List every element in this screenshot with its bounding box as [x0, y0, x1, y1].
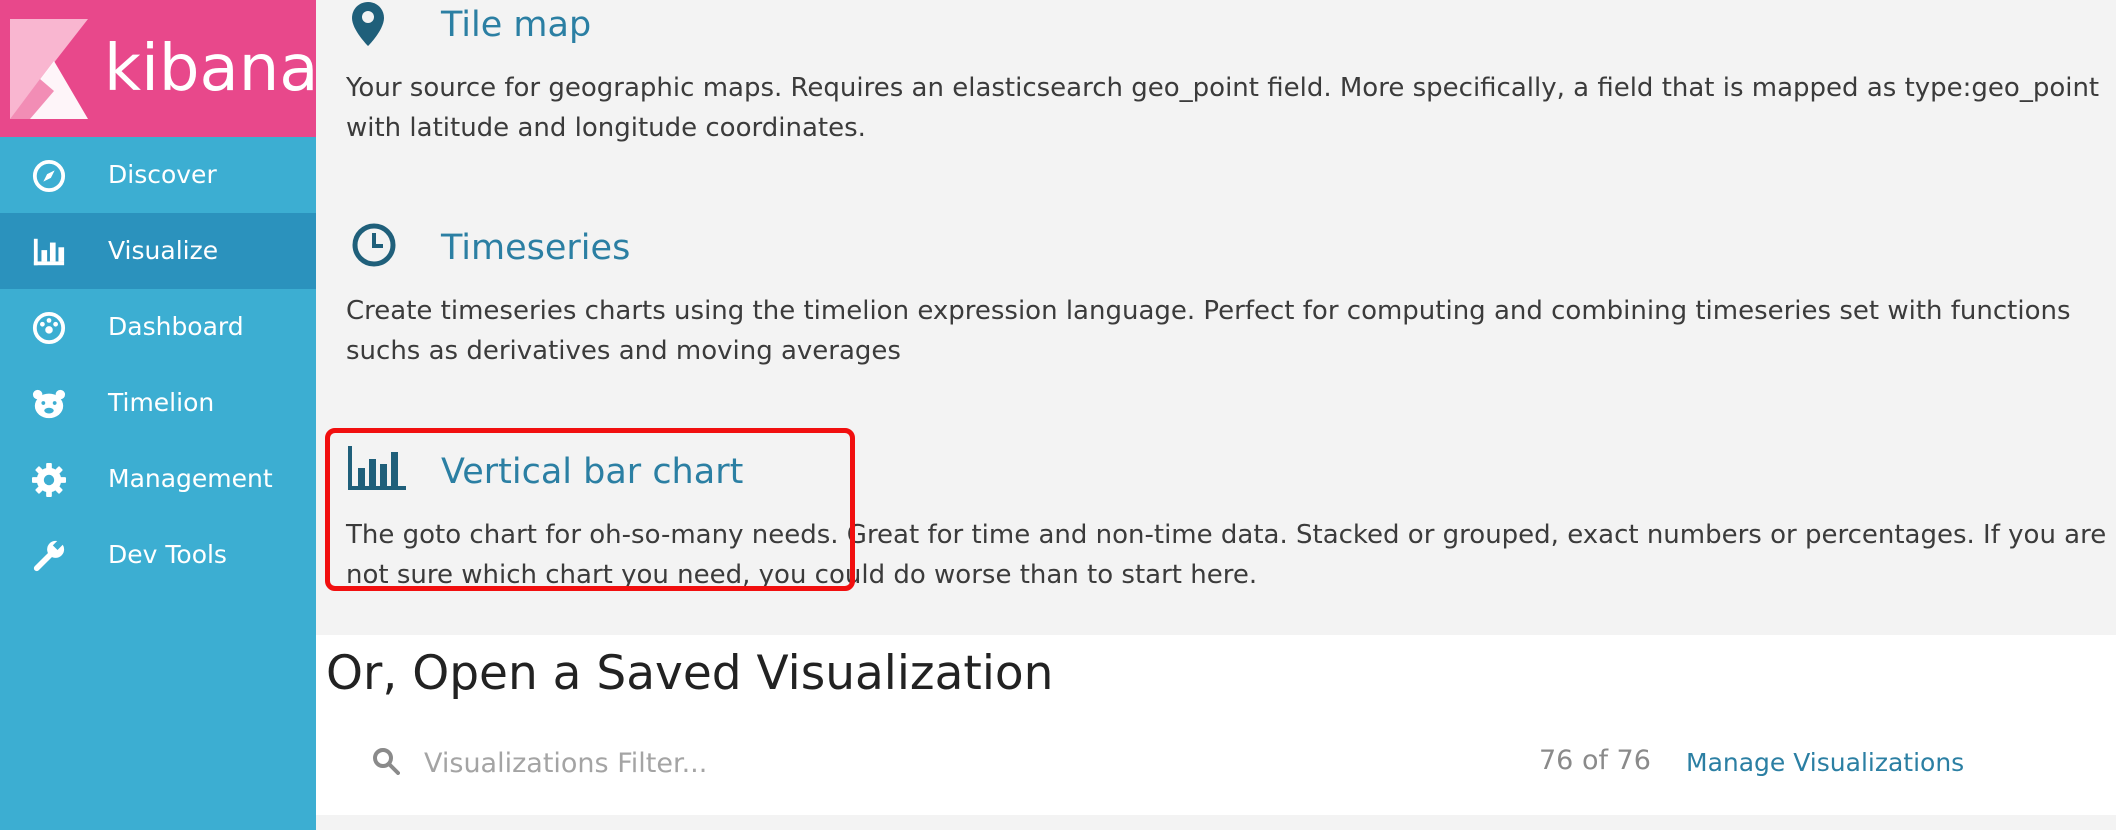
type-description: Create timeseries charts using the timel… [346, 296, 2071, 366]
sidebar-item-discover[interactable]: Discover [0, 137, 316, 213]
sidebar-item-label: Management [108, 464, 273, 493]
sidebar-item-timelion[interactable]: Timelion [0, 365, 316, 441]
kibana-logo[interactable]: kibana [0, 0, 319, 137]
map-pin-icon [352, 2, 384, 46]
logo-text: kibana [104, 32, 319, 106]
saved-visualizations-section: Or, Open a Saved Visualization 76 of 76 … [316, 635, 2116, 815]
results-count: 76 of 76 [1539, 745, 1651, 776]
dashboard-icon [32, 311, 66, 345]
sidebar-item-label: Dashboard [108, 312, 244, 341]
visualization-type-list: Tile map Your source for geographic maps… [316, 0, 2116, 635]
manage-visualizations-link[interactable]: Manage Visualizations [1686, 741, 1964, 785]
main-content: Tile map Your source for geographic maps… [316, 0, 2116, 830]
visualizations-filter-input[interactable] [422, 737, 1026, 789]
sidebar-item-label: Discover [108, 160, 217, 189]
sidebar-item-label: Visualize [108, 236, 219, 265]
timelion-bear-icon [32, 389, 66, 419]
search-icon [373, 748, 400, 775]
gear-icon [32, 463, 66, 497]
sidebar: kibana Discover Visualize Dashboard Time… [0, 0, 319, 830]
type-title[interactable]: Vertical bar chart [441, 447, 743, 497]
sidebar-item-management[interactable]: Management [0, 441, 316, 517]
sidebar-item-visualize[interactable]: Visualize [0, 213, 316, 289]
bottom-strip [316, 815, 2116, 830]
sidebar-item-label: Timelion [108, 388, 215, 417]
kibana-logo-icon [10, 19, 88, 119]
compass-icon [32, 159, 66, 193]
sidebar-item-dashboard[interactable]: Dashboard [0, 289, 316, 365]
section-title: Or, Open a Saved Visualization [326, 646, 1054, 701]
type-description: Your source for geographic maps. Require… [346, 73, 2100, 143]
type-title[interactable]: Timeseries [441, 223, 630, 273]
type-title[interactable]: Tile map [441, 0, 591, 50]
wrench-icon [33, 539, 65, 572]
bar-chart-icon [33, 238, 65, 266]
clock-icon [352, 223, 396, 267]
vertical-bar-chart-icon [348, 446, 406, 490]
type-description: The goto chart for oh-so-many needs. Gre… [346, 520, 2107, 590]
sidebar-item-dev-tools[interactable]: Dev Tools [0, 517, 316, 593]
sidebar-item-label: Dev Tools [108, 540, 227, 569]
